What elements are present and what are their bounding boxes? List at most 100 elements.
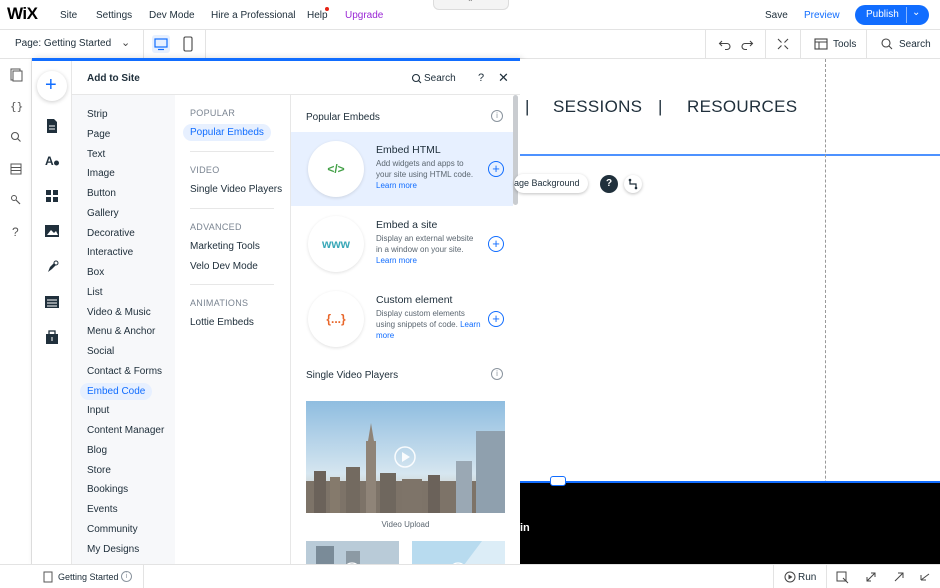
category-my-designs[interactable]: My Designs — [87, 544, 139, 555]
category-contact-forms[interactable]: Contact & Forms — [87, 366, 162, 377]
learn-more-link[interactable]: Learn more — [376, 181, 417, 190]
database-icon[interactable] — [8, 161, 24, 177]
menu-dev-mode[interactable]: Dev Mode — [149, 10, 195, 21]
publish-button[interactable]: Publish ⌄ — [855, 5, 929, 25]
category-input[interactable]: Input — [87, 405, 109, 416]
add-icon[interactable]: + — [488, 236, 504, 252]
category-menu-anchor[interactable]: Menu & Anchor — [87, 326, 155, 337]
panel-title: Add to Site — [87, 73, 140, 84]
page-selector[interactable]: Page: Getting Started — [15, 38, 111, 49]
menu-site[interactable]: Site — [60, 10, 77, 21]
page-icon[interactable] — [44, 118, 60, 134]
panel-search-button[interactable]: Search — [411, 73, 456, 84]
run-button[interactable]: Run — [798, 572, 816, 583]
cms-icon[interactable] — [44, 294, 60, 310]
code-icon[interactable]: {} — [8, 98, 24, 114]
search-button[interactable]: Search — [899, 39, 931, 50]
category-content-manager[interactable]: Content Manager — [87, 425, 164, 436]
business-icon[interactable] — [44, 329, 60, 345]
help-icon[interactable]: ? — [600, 175, 618, 193]
category-page[interactable]: Page — [87, 129, 110, 140]
category-store[interactable]: Store — [87, 465, 111, 476]
packages-icon[interactable] — [8, 192, 24, 208]
category-community[interactable]: Community — [87, 524, 138, 535]
category-strip[interactable]: Strip — [87, 109, 108, 120]
category-box[interactable]: Box — [87, 267, 104, 278]
pages-icon[interactable] — [8, 67, 24, 83]
menu-upgrade[interactable]: Upgrade — [345, 10, 383, 21]
section-handle-icon[interactable] — [550, 476, 566, 486]
menu-settings[interactable]: Settings — [96, 10, 132, 21]
category-interactive[interactable]: Interactive — [87, 247, 133, 258]
wix-logo[interactable]: WiX — [7, 4, 38, 24]
design-icon[interactable]: A — [44, 152, 60, 168]
undo-icon[interactable] — [717, 36, 733, 52]
embed-html-item[interactable]: </> Embed HTML Add widgets and apps to you… — [291, 132, 513, 206]
animation-icon[interactable] — [624, 175, 642, 193]
inspect-icon[interactable] — [835, 570, 849, 584]
run-icon[interactable] — [783, 570, 797, 584]
info-icon[interactable]: i — [491, 368, 503, 380]
category-list[interactable]: List — [87, 287, 103, 298]
category-video-music[interactable]: Video & Music — [87, 307, 151, 318]
category-bookings[interactable]: Bookings — [87, 484, 128, 495]
chevron-down-icon[interactable]: ⌄ — [121, 36, 130, 49]
media-icon[interactable] — [44, 223, 60, 239]
video-thumbnail[interactable] — [412, 541, 505, 564]
subcategory-lottie-embeds[interactable]: Lottie Embeds — [190, 317, 254, 328]
video-upload-thumbnail[interactable] — [306, 401, 505, 513]
redo-icon[interactable] — [739, 36, 755, 52]
close-icon[interactable]: ✕ — [498, 70, 509, 86]
tools-button[interactable]: Tools — [833, 39, 856, 50]
info-icon[interactable]: i — [491, 110, 503, 122]
pen-icon[interactable] — [44, 259, 60, 275]
learn-more-link[interactable]: Learn more — [376, 256, 417, 265]
help-icon[interactable]: ? — [478, 72, 484, 84]
zoom-out-icon[interactable] — [775, 36, 791, 52]
expand-icon[interactable] — [864, 570, 878, 584]
category-button[interactable]: Button — [87, 188, 116, 199]
nav-item-sessions[interactable]: SESSIONS — [553, 97, 642, 117]
menu-help[interactable]: Help — [307, 10, 328, 21]
subcategory-velo-dev-mode[interactable]: Velo Dev Mode — [190, 261, 258, 272]
add-icon[interactable]: + — [488, 311, 504, 327]
custom-element-item[interactable]: {...} Custom element Display custom elemen… — [291, 282, 513, 356]
video-thumbnail[interactable] — [306, 541, 399, 564]
category-image[interactable]: Image — [87, 168, 115, 179]
save-button[interactable]: Save — [765, 10, 788, 21]
embed-a-site-item[interactable]: www Embed a site Display an external websi… — [291, 207, 513, 281]
help-icon[interactable]: ? — [8, 223, 24, 239]
top-bar-collapse-handle[interactable]: ⌃ — [433, 0, 509, 10]
search-icon[interactable] — [8, 129, 24, 145]
subcategory-header: POPULAR — [190, 108, 236, 118]
add-elements-button[interactable]: + — [37, 71, 67, 101]
minimize-icon[interactable] — [918, 570, 932, 584]
category-events[interactable]: Events — [87, 504, 118, 515]
category-embed-code[interactable]: Embed Code — [80, 382, 153, 400]
add-to-site-panel: + A Add to Site Search ? ✕ Strip Page Te… — [32, 58, 520, 564]
subcategory-single-video-players[interactable]: Single Video Players — [190, 184, 282, 195]
category-gallery[interactable]: Gallery — [87, 208, 119, 219]
footer-section[interactable] — [520, 482, 940, 564]
nav-item-resources[interactable]: RESOURCES — [687, 97, 797, 117]
apps-icon[interactable] — [44, 188, 60, 204]
add-icon[interactable]: + — [488, 161, 504, 177]
desktop-view-icon[interactable] — [152, 35, 170, 53]
subcategory-marketing-tools[interactable]: Marketing Tools — [190, 241, 260, 252]
change-page-background-button[interactable]: age Background — [514, 174, 588, 193]
tools-icon[interactable] — [813, 36, 829, 52]
chevron-down-icon[interactable]: ⌄ — [912, 7, 920, 18]
category-blog[interactable]: Blog — [87, 445, 107, 456]
info-icon[interactable]: i — [121, 571, 132, 582]
category-text[interactable]: Text — [87, 149, 105, 160]
category-social[interactable]: Social — [87, 346, 114, 357]
category-decorative[interactable]: Decorative — [87, 228, 135, 239]
open-external-icon[interactable] — [892, 570, 906, 584]
subcategory-popular-embeds[interactable]: Popular Embeds — [183, 124, 271, 141]
search-icon[interactable] — [879, 36, 895, 52]
bottom-page-label[interactable]: Getting Started — [58, 572, 119, 582]
mobile-view-icon[interactable] — [181, 35, 195, 53]
editor-canvas[interactable]: | SESSIONS | RESOURCES age Background ? … — [514, 59, 940, 564]
menu-hire-a-professional[interactable]: Hire a Professional — [211, 10, 295, 21]
preview-button[interactable]: Preview — [804, 10, 840, 21]
